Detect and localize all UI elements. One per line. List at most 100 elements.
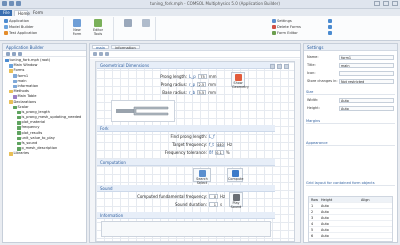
misc-icon [124, 19, 132, 27]
window-icon [328, 19, 332, 23]
maximize-icon[interactable] [383, 1, 389, 6]
section-computation: Computation [97, 159, 275, 166]
target-frequency-input[interactable]: 440 [215, 142, 225, 147]
window-title: tuning_fork.mph - COMSOL Multiphysics 5.… [150, 1, 280, 6]
new-form-button[interactable]: New Form [69, 19, 85, 39]
camera-icon[interactable] [284, 64, 289, 69]
settings-icon [272, 19, 276, 23]
table-icon [13, 95, 17, 99]
graphics-toolbar [270, 64, 292, 71]
editor-tools-button[interactable]: Editor Tools [90, 19, 106, 39]
field-prong-radius: Prong radius: r_p 2.5 mm [160, 82, 216, 87]
ribbon-item-application[interactable]: Application [4, 19, 29, 23]
settings-section-size[interactable]: Size [306, 89, 395, 95]
geometry-icon [234, 74, 242, 81]
show-geometry-button[interactable]: Show Geometry [231, 72, 249, 89]
ribbon-misc-button[interactable] [120, 19, 136, 39]
settings-panel: Settings Name: form1 Title: main Icon: Sto… [303, 43, 398, 243]
ribbon-item-far3[interactable] [328, 31, 332, 35]
form-editor-panel: main information Geometrical Dimensions … [89, 43, 301, 243]
save-icon[interactable] [2, 1, 7, 6]
misc2-icon [142, 19, 150, 27]
ribbon-item-settings[interactable]: Settings [272, 19, 292, 23]
folder-icon [9, 89, 13, 94]
var-icon [17, 131, 21, 135]
icon-field[interactable] [339, 70, 394, 76]
ribbon-item-form-editor[interactable]: Form Editor [272, 31, 298, 35]
information-card [101, 221, 271, 237]
search-icon [198, 170, 206, 177]
ribbon-item-far2[interactable] [328, 25, 332, 29]
title-field[interactable]: main [339, 62, 394, 68]
quick-access-toolbar [2, 1, 21, 6]
field-frequency-tolerance: Frequency tolerance: δf 0.1 % [164, 150, 230, 155]
title-bar: tuning_fork.mph - COMSOL Multiphysics 5.… [0, 0, 400, 9]
window-icon [9, 64, 13, 68]
zoom-extents-icon[interactable] [270, 64, 275, 69]
search-button[interactable]: Search Select Icon [193, 168, 211, 189]
ribbon-item-model-builder[interactable]: Model Builder [4, 25, 34, 29]
builder-tree: tuning_fork.mph (root) Main Window Forms… [3, 57, 86, 158]
form-icon [13, 84, 17, 89]
prong-radius-input[interactable]: 2.5 [197, 82, 207, 87]
settings-section-appearance[interactable]: Appearance [306, 140, 395, 146]
tree-node[interactable]: Libraries [5, 151, 84, 156]
grid-icon[interactable] [105, 52, 109, 56]
field-base-radius: Base radius: r_b 5.5 mm [162, 90, 216, 95]
minimize-icon[interactable] [374, 1, 380, 6]
undo-icon[interactable] [9, 1, 14, 6]
var-icon [17, 110, 21, 115]
tab-main[interactable]: main [92, 45, 109, 50]
tuning-fork-icon [116, 106, 169, 116]
settings-name-row: Name: form1 [307, 54, 394, 60]
settings-section-margins[interactable]: Margins [306, 118, 395, 124]
ribbon-group-misc [116, 17, 156, 40]
ribbon-item-far1[interactable] [328, 19, 332, 23]
field-find-prong-length: Find prong length: L_f [170, 134, 215, 139]
form-icon [13, 74, 17, 78]
app-icon [5, 58, 9, 63]
table-row[interactable]: 6 Auto [309, 233, 392, 239]
ribbon-group-application: Application Model Builder Test Applicati… [2, 17, 64, 40]
zoom-out-icon[interactable] [99, 52, 103, 56]
layout-icon [328, 25, 332, 29]
ribbon-group-right: Settings Delete Forms Form Editor [270, 17, 322, 40]
play-sound-button[interactable]: Play Sound [229, 192, 243, 209]
preview-icon [328, 31, 332, 35]
settings-section-grid-layout[interactable]: Grid layout for contained form objects [306, 180, 395, 186]
zoom-in-icon[interactable] [93, 52, 97, 56]
ribbon-item-test-application[interactable]: Test Application [4, 31, 37, 35]
zoom-box-icon[interactable] [277, 64, 282, 69]
var-icon [17, 126, 21, 130]
form-editor-tabs: main information [90, 44, 300, 51]
close-icon[interactable] [392, 1, 398, 6]
computed-frequency-output: 0 [209, 194, 218, 199]
width-select[interactable]: Auto [339, 97, 394, 103]
delete-icon [272, 25, 276, 29]
ribbon-misc2-button[interactable] [138, 19, 154, 39]
redo-icon[interactable] [16, 1, 21, 6]
app-icon [4, 19, 8, 23]
form-grid: Geometrical Dimensions Prong length: L_p… [95, 61, 295, 242]
store-changes-select[interactable]: Not restricted [339, 78, 394, 84]
ribbon-group-far-right [326, 17, 396, 40]
frequency-tolerance-input[interactable]: 0.1 [214, 150, 224, 155]
form-icon [13, 79, 17, 84]
name-field[interactable]: form1 [339, 54, 394, 60]
section-geometry: Geometrical Dimensions [97, 62, 275, 69]
collapse-icon[interactable] [18, 52, 22, 56]
sound-duration-input[interactable]: 1 [209, 202, 218, 207]
prong-length-input[interactable]: 75 [197, 74, 207, 79]
base-radius-input[interactable]: 5.5 [197, 90, 207, 95]
folder-icon [9, 152, 13, 156]
height-select[interactable]: Auto [339, 105, 394, 111]
form-editor-toolbar [90, 51, 300, 58]
tab-information[interactable]: information [110, 45, 140, 50]
compute-button[interactable]: Compute [227, 168, 243, 182]
test-icon [4, 31, 8, 35]
section-information: Information [97, 212, 275, 219]
forward-icon[interactable] [12, 52, 16, 56]
editor-tools-icon [94, 19, 102, 27]
back-icon[interactable] [6, 52, 10, 56]
ribbon-item-delete-forms[interactable]: Delete Forms [272, 25, 301, 29]
